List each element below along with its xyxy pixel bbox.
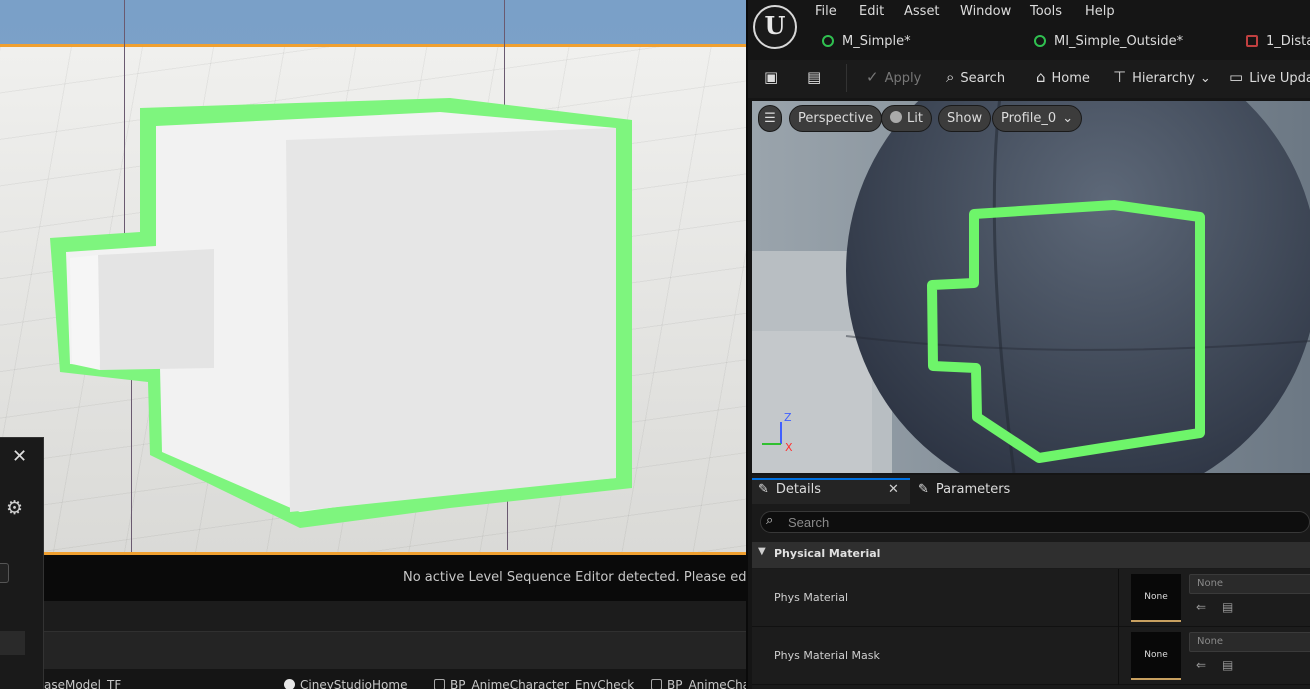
close-icon[interactable]: ✕ (888, 482, 899, 497)
search-icon: ⌕ (946, 68, 955, 86)
property-label: Phys Material (774, 591, 849, 604)
bottom-tab-label: CineyStudioHome (300, 678, 408, 689)
asset-thumbnail[interactable]: None (1131, 574, 1181, 622)
toolbar-divider (846, 64, 847, 92)
details-tab-text: Details (775, 482, 821, 497)
preview-sphere (752, 101, 1310, 473)
blueprint-icon (434, 679, 445, 689)
axis-gizmo (762, 422, 782, 445)
lighting-mode-button[interactable]: Lit (881, 105, 932, 132)
blueprint-icon (651, 679, 662, 689)
menu-window[interactable]: Window (960, 4, 1011, 19)
browse-icon[interactable]: ▤ (1222, 600, 1233, 614)
document-tab[interactable]: MI_Simple_Outside* (1034, 34, 1183, 49)
bottom-tab-label: BP_AnimeCharacter_EnvCheck (450, 678, 635, 689)
folder-search-icon: ▤ (807, 68, 822, 86)
menu-help[interactable]: Help (1085, 4, 1115, 19)
use-selected-icon[interactable]: ⇐ (1196, 658, 1206, 672)
lighting-label: Lit (907, 111, 923, 126)
document-tab[interactable]: M_Simple* (822, 34, 911, 49)
tab-parameters[interactable]: ✎ Parameters (918, 482, 1010, 497)
sequencer-toolbar (44, 601, 746, 631)
profile-label: Profile_0 (1001, 111, 1057, 126)
menu-asset[interactable]: Asset (904, 4, 940, 19)
chevron-down-icon: ⌄ (1199, 71, 1211, 86)
hierarchy-button[interactable]: ⊤ Hierarchy ⌄ (1113, 68, 1211, 86)
parameters-tab-text: Parameters (935, 482, 1011, 497)
lit-sphere-icon (890, 111, 902, 123)
check-icon: ✓ (866, 68, 879, 86)
profile-dropdown[interactable]: Profile_0 ⌄ (992, 105, 1083, 132)
editor-toolbar (748, 60, 1310, 98)
selected-mesh[interactable] (0, 0, 746, 555)
hamburger-icon: ☰ (764, 111, 776, 126)
pencil-icon: ✎ (758, 482, 769, 497)
home-icon: ⌂ (1036, 68, 1046, 86)
save-icon: ▣ (764, 68, 779, 86)
hierarchy-icon: ⊤ (1113, 68, 1127, 86)
home-button[interactable]: ⌂ Home (1036, 68, 1090, 86)
live-update-label: Live Upda (1249, 71, 1310, 86)
save-button[interactable]: ▣ (764, 68, 784, 86)
search-label: Search (960, 71, 1006, 86)
gear-icon[interactable]: ⚙ (6, 497, 23, 519)
browse-icon[interactable]: ▤ (1222, 658, 1233, 672)
bottom-tab[interactable]: CineyStudioHome (284, 678, 407, 689)
document-tab-label: MI_Simple_Outside* (1054, 34, 1184, 49)
asset-picker-combo[interactable]: None (1189, 574, 1310, 594)
bottom-tab[interactable]: BP_AnimeCharacter_EnvCheck (434, 678, 634, 689)
document-tab-label: 1_Dista (1266, 34, 1310, 49)
material-icon (822, 35, 834, 47)
property-label: Phys Material Mask (774, 649, 880, 662)
view-mode-button[interactable]: Perspective (789, 105, 883, 132)
bottom-tab[interactable]: BP_AnimeCha (651, 678, 750, 689)
close-icon[interactable]: ✕ (12, 446, 27, 467)
menu-file[interactable]: File (815, 4, 837, 19)
search-icon: ⌕ (766, 513, 774, 528)
document-tab-label: M_Simple* (842, 34, 911, 49)
asset-picker-combo[interactable]: None (1189, 632, 1310, 652)
sequencer-message: No active Level Sequence Editor detected… (403, 570, 746, 585)
category-title: Physical Material (774, 547, 881, 560)
home-label: Home (1051, 71, 1090, 86)
pencil-icon: ✎ (918, 482, 929, 497)
apply-button[interactable]: ✓ Apply (866, 68, 921, 86)
browse-button[interactable]: ▤ (807, 68, 827, 86)
search-button[interactable]: ⌕ Search (946, 68, 1005, 86)
property-splitter[interactable] (1118, 627, 1119, 685)
sequencer-track-area (44, 631, 746, 669)
bottom-tab-label: aseModel_TF (44, 678, 122, 689)
details-search-input[interactable] (788, 514, 1288, 530)
live-update-icon: ▭ (1229, 68, 1244, 86)
panel-control[interactable] (0, 563, 9, 583)
live-update-button[interactable]: ▭ Live Upda (1229, 68, 1310, 86)
hierarchy-label: Hierarchy (1132, 71, 1195, 86)
level-icon (284, 679, 295, 689)
level-viewport[interactable] (0, 0, 746, 555)
collapse-arrow-icon[interactable]: ▼ (758, 546, 766, 557)
material-instance-icon (1034, 35, 1046, 47)
asset-thumbnail[interactable]: None (1131, 632, 1181, 680)
panel-row[interactable] (0, 631, 25, 655)
document-tab[interactable]: 1_Dista (1246, 34, 1310, 49)
menu-edit[interactable]: Edit (859, 4, 884, 19)
use-selected-icon[interactable]: ⇐ (1196, 600, 1206, 614)
chevron-down-icon: ⌄ (1062, 111, 1074, 126)
unreal-logo-icon[interactable]: U (753, 5, 797, 49)
menu-tools[interactable]: Tools (1030, 4, 1062, 19)
bottom-tab[interactable]: aseModel_TF (44, 678, 121, 689)
details-tab-label[interactable]: ✎ Details (758, 482, 821, 497)
show-button[interactable]: Show (938, 105, 992, 132)
property-splitter[interactable] (1118, 569, 1119, 627)
viewport-menu-button[interactable]: ☰ (758, 105, 782, 132)
material-preview-viewport[interactable] (752, 101, 1310, 473)
asset-icon (1246, 35, 1258, 47)
bottom-tab-label: BP_AnimeCha (667, 678, 751, 689)
apply-label: Apply (884, 71, 922, 86)
